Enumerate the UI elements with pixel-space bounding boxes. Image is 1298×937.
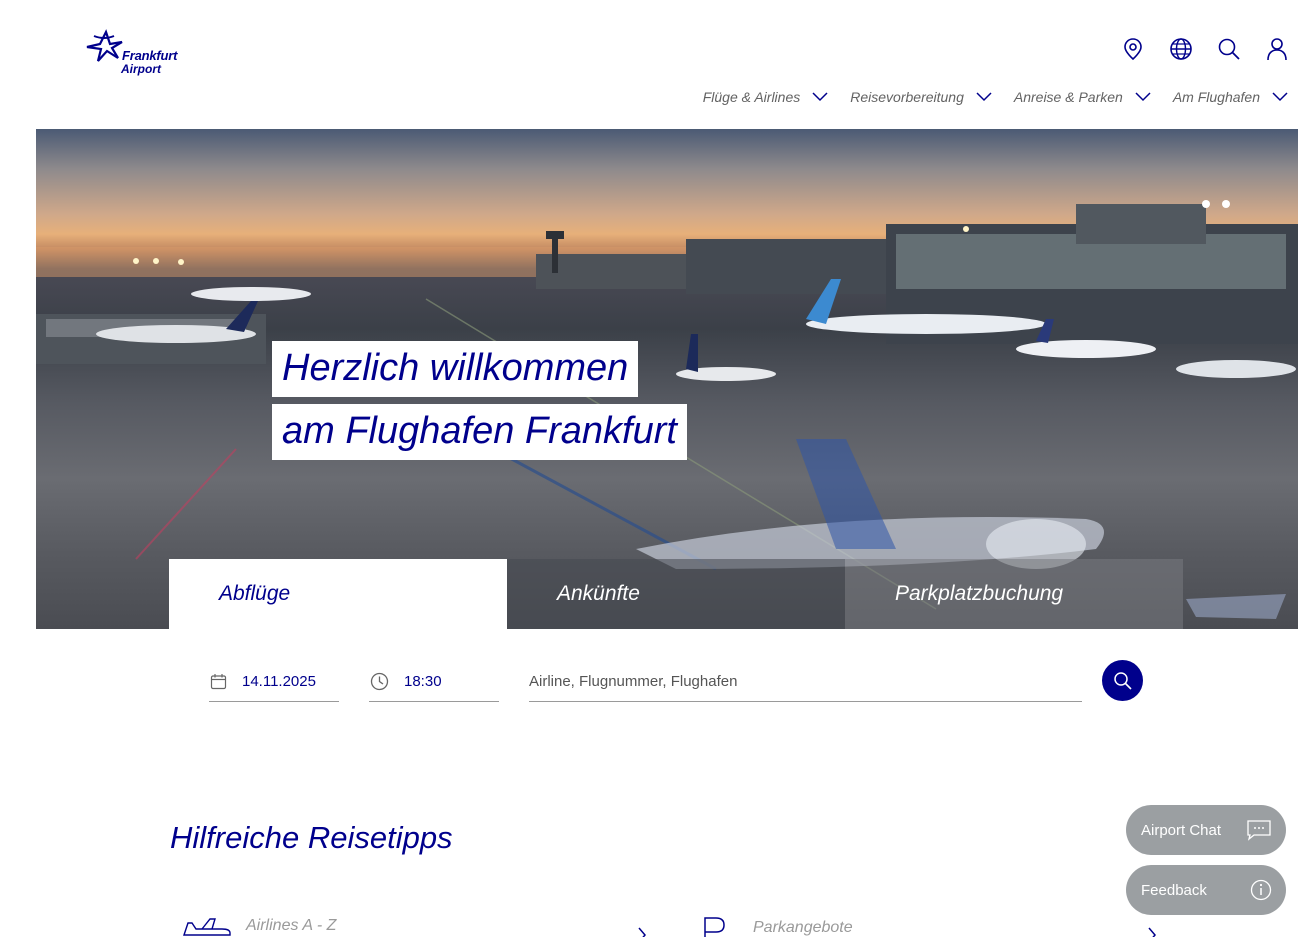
tip-label: Parkangebote [753, 919, 853, 936]
chat-bubble-icon [1247, 820, 1271, 841]
logo-text-frankfurt: Frankfurt [122, 48, 178, 63]
tab-parkplatzbuchung[interactable]: Parkplatzbuchung [845, 559, 1183, 629]
chevron-right-icon [638, 927, 646, 937]
flight-tabs: Abflüge Ankünfte Parkplatzbuchung [169, 559, 1183, 629]
nav-item-reisevorbereitung[interactable]: Reisevorbereitung [850, 89, 992, 105]
search-icon[interactable] [1216, 36, 1242, 62]
nav-item-label: Flüge & Airlines [702, 89, 801, 105]
tip-label: Airlines A - Z [246, 917, 337, 934]
feedback-button[interactable]: Feedback [1126, 865, 1286, 915]
section-title: Hilfreiche Reisetipps [170, 820, 453, 855]
hero-title-line1: Herzlich willkommen [272, 341, 639, 397]
tab-abfluege[interactable]: Abflüge [169, 559, 507, 629]
flight-search-input[interactable] [529, 672, 1082, 690]
nav-item-label: Reisevorbereitung [850, 89, 964, 105]
chevron-down-icon [1135, 92, 1151, 102]
chevron-right-icon [1148, 927, 1156, 937]
logo-star-icon [86, 29, 123, 62]
info-icon [1250, 879, 1272, 901]
nav-item-label: Am Flughafen [1172, 89, 1260, 105]
nav-item-label: Anreise & Parken [1013, 89, 1123, 105]
user-icon[interactable] [1264, 36, 1290, 62]
tab-label: Abflüge [219, 582, 291, 605]
chevron-down-icon [976, 92, 992, 102]
search-icon [1113, 671, 1132, 690]
hero-image [36, 129, 1298, 629]
airport-chat-button[interactable]: Airport Chat [1126, 805, 1286, 855]
location-icon[interactable] [1120, 36, 1146, 62]
main-navigation: Flüge & Airlines Reisevorbereitung Anrei… [703, 89, 1288, 105]
date-value: 14.11.2025 [242, 672, 316, 690]
tab-label: Ankünfte [557, 582, 640, 605]
feedback-label: Feedback [1141, 881, 1207, 899]
airport-chat-label: Airport Chat [1141, 821, 1222, 839]
header-utility-icons [1120, 36, 1290, 62]
tip-airlines[interactable]: Airlines A - Z [182, 915, 646, 937]
calendar-icon [209, 672, 227, 690]
globe-icon[interactable] [1168, 36, 1194, 62]
logo-text-airport: Airport [121, 62, 161, 76]
chevron-down-icon [812, 92, 828, 102]
nav-item-am-flughafen[interactable]: Am Flughafen [1173, 89, 1288, 105]
date-field[interactable]: 14.11.2025 [209, 661, 339, 702]
hero-title-line2: am Flughafen Frankfurt [272, 404, 687, 460]
tip-parkangebote[interactable]: Parkangebote [702, 915, 1156, 937]
airplane-icon [183, 918, 231, 936]
time-value: 18:30 [404, 672, 442, 690]
nav-item-anreise-parken[interactable]: Anreise & Parken [1014, 89, 1151, 105]
flight-search-field[interactable] [529, 661, 1082, 702]
frankfurt-airport-logo[interactable]: Frankfurt Airport [84, 28, 184, 80]
clock-icon [369, 671, 389, 691]
parking-icon [704, 917, 725, 937]
airport-apron-photo [36, 200, 1298, 619]
tab-label: Parkplatzbuchung [895, 582, 1064, 605]
nav-item-fluege-airlines[interactable]: Flüge & Airlines [703, 89, 829, 105]
tab-ankuenfte[interactable]: Ankünfte [507, 559, 845, 629]
time-field[interactable]: 18:30 [369, 661, 499, 702]
chevron-down-icon [1272, 92, 1288, 102]
search-button[interactable] [1102, 660, 1143, 701]
